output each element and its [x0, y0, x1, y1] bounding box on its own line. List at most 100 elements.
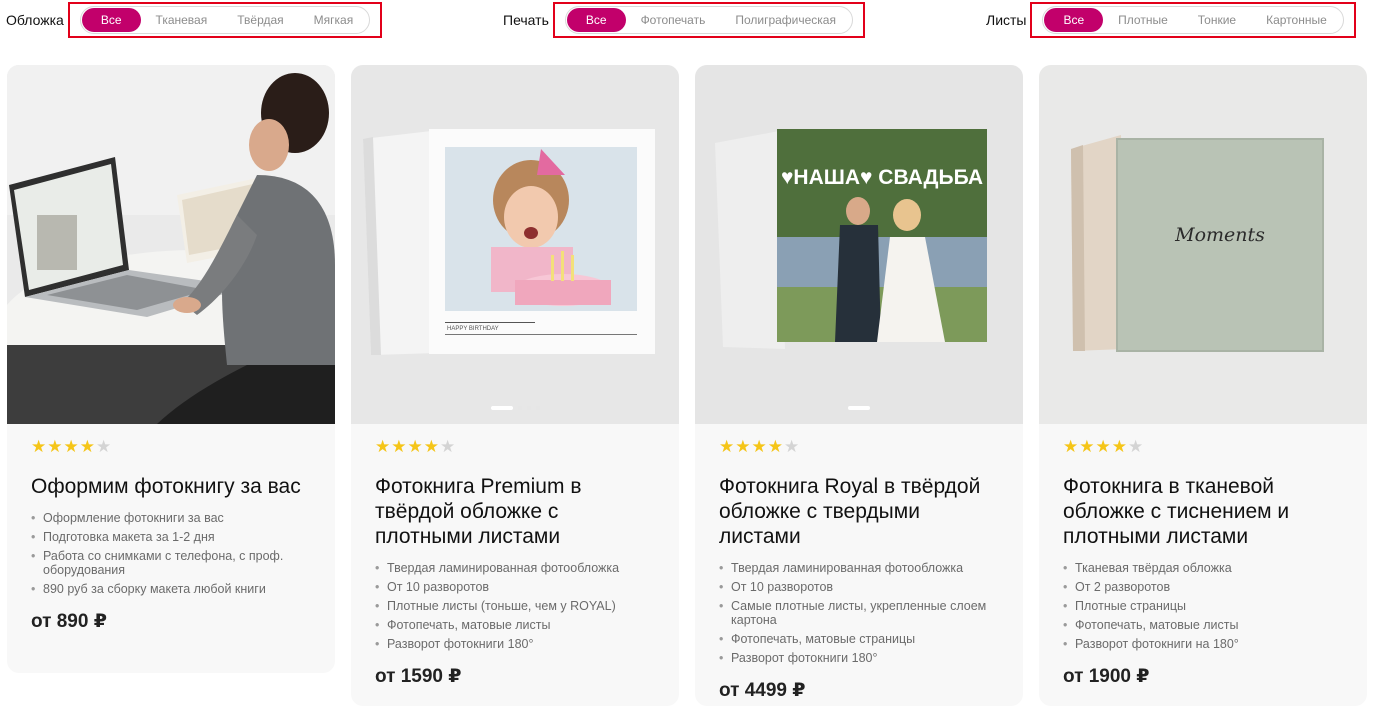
royal-book-photo: ♥НАША♥ СВАДЬБА: [695, 65, 1023, 424]
feature-item: Подготовка макета за 1-2 дня: [31, 530, 311, 544]
cover-filter-fabric[interactable]: Тканевая: [141, 8, 223, 32]
rating-stars: ★ ★ ★ ★ ★: [1063, 438, 1343, 456]
product-card-body: ★ ★ ★ ★ ★ Фотокнига в тканевой обложке с…: [1039, 424, 1367, 688]
product-card-body: ★ ★ ★ ★ ★ Фотокнига Royal в твёрдой обло…: [695, 424, 1023, 702]
sheets-filter-all[interactable]: Все: [1044, 8, 1104, 32]
feature-item: От 10 разворотов: [719, 580, 999, 594]
feature-item: Фотопечать, матовые листы: [1063, 618, 1343, 632]
cover-filter-all[interactable]: Все: [81, 8, 141, 32]
carousel-dots: [695, 406, 1023, 410]
print-filter-photo[interactable]: Фотопечать: [626, 8, 721, 32]
star-icon: ★: [423, 437, 439, 456]
product-grid: ★ ★ ★ ★ ★ Оформим фотокнигу за вас Оформ…: [7, 65, 1377, 706]
print-filter-highlight: Все Фотопечать Полиграфическая: [552, 2, 865, 38]
star-icon: ★: [735, 437, 751, 456]
wedding-cover-title: ♥НАША♥ СВАДЬБА: [781, 166, 983, 189]
feature-item: Твердая ламинированная фотообложка: [719, 561, 999, 575]
feature-item: Работа со снимками с телефона, с проф. о…: [31, 549, 311, 577]
cover-filter-soft[interactable]: Мягкая: [299, 8, 369, 32]
star-empty-icon: ★: [1128, 437, 1144, 456]
star-icon: ★: [375, 437, 391, 456]
filter-bar: Обложка Все Тканевая Твёрдая Мягкая Печа…: [0, 0, 1377, 44]
product-price: от 890 ₽: [31, 611, 107, 632]
carousel-dots: [351, 406, 679, 410]
carousel-dot-active[interactable]: [848, 406, 870, 410]
carousel-dot[interactable]: [517, 406, 522, 410]
star-empty-icon: ★: [784, 437, 800, 456]
star-icon: ★: [31, 437, 47, 456]
product-price: от 4499 ₽: [719, 680, 806, 701]
feature-list: Твердая ламинированная фотообложка От 10…: [719, 561, 999, 665]
star-icon: ★: [1111, 437, 1127, 456]
product-image-laptop-woman[interactable]: [7, 65, 335, 424]
carousel-dot[interactable]: [535, 406, 540, 410]
feature-item: Плотные листы (тоньше, чем у ROYAL): [375, 599, 655, 613]
star-icon: ★: [407, 437, 423, 456]
rating-stars: ★ ★ ★ ★ ★: [719, 438, 999, 456]
product-card-design-service[interactable]: ★ ★ ★ ★ ★ Оформим фотокнигу за вас Оформ…: [7, 65, 335, 673]
print-filter-all[interactable]: Все: [566, 8, 626, 32]
feature-item: От 10 разворотов: [375, 580, 655, 594]
laptop-photo: [7, 65, 335, 424]
product-card-premium[interactable]: HAPPY BIRTHDAY ★ ★ ★ ★ ★ Фотокнига Premi…: [351, 65, 679, 706]
feature-item: Фотопечать, матовые листы: [375, 618, 655, 632]
product-title[interactable]: Оформим фотокнигу за вас: [31, 474, 311, 499]
star-icon: ★: [1063, 437, 1079, 456]
star-icon: ★: [767, 437, 783, 456]
feature-item: От 2 разворотов: [1063, 580, 1343, 594]
sheets-filter-dense[interactable]: Плотные: [1103, 8, 1183, 32]
product-title[interactable]: Фотокнига в тканевой обложке с тиснением…: [1063, 474, 1343, 549]
carousel-dot-active[interactable]: [490, 406, 513, 410]
product-card-royal[interactable]: ♥НАША♥ СВАДЬБА ★ ★ ★ ★ ★ Фотокнига Royal…: [695, 65, 1023, 706]
product-card-body: ★ ★ ★ ★ ★ Фотокнига Premium в твёрдой об…: [351, 424, 679, 688]
product-price: от 1590 ₽: [375, 666, 462, 687]
feature-item: 890 руб за сборку макета любой книги: [31, 582, 311, 596]
cover-filter-group: Обложка Все Тканевая Твёрдая Мягкая: [6, 2, 383, 38]
sheets-filter-group: Листы Все Плотные Тонкие Картонные: [986, 2, 1356, 38]
star-icon: ★: [719, 437, 735, 456]
print-filter-label: Печать: [503, 12, 549, 28]
product-card-body: ★ ★ ★ ★ ★ Оформим фотокнигу за вас Оформ…: [7, 424, 335, 633]
cover-filter-hard[interactable]: Твёрдая: [222, 8, 298, 32]
product-card-fabric-embossed[interactable]: Moments ★ ★ ★ ★ ★ Фотокнига в тканевой о…: [1039, 65, 1367, 706]
star-icon: ★: [1079, 437, 1095, 456]
star-icon: ★: [1095, 437, 1111, 456]
product-price: от 1900 ₽: [1063, 666, 1150, 687]
product-image-fabric-book[interactable]: Moments: [1039, 65, 1367, 424]
star-icon: ★: [47, 437, 63, 456]
cover-filter-highlight: Все Тканевая Твёрдая Мягкая: [67, 2, 383, 38]
birthday-caption: HAPPY BIRTHDAY: [447, 326, 499, 332]
cover-filter-segmented: Все Тканевая Твёрдая Мягкая: [79, 6, 371, 34]
star-icon: ★: [751, 437, 767, 456]
feature-item: Плотные страницы: [1063, 599, 1343, 613]
sheets-filter-segmented: Все Плотные Тонкие Картонные: [1042, 6, 1344, 34]
star-icon: ★: [391, 437, 407, 456]
sheets-filter-thin[interactable]: Тонкие: [1183, 8, 1251, 32]
sheets-filter-cardboard[interactable]: Картонные: [1251, 8, 1342, 32]
cover-filter-label: Обложка: [6, 12, 64, 28]
product-title[interactable]: Фотокнига Premium в твёрдой обложке с пл…: [375, 474, 655, 549]
feature-item: Фотопечать, матовые страницы: [719, 632, 999, 646]
feature-item: Разворот фотокниги 180°: [375, 637, 655, 651]
feature-item: Разворот фотокниги на 180°: [1063, 637, 1343, 651]
embossed-cover-text: Moments: [1174, 224, 1265, 246]
product-image-premium-book[interactable]: HAPPY BIRTHDAY: [351, 65, 679, 424]
feature-item: Тканевая твёрдая обложка: [1063, 561, 1343, 575]
star-empty-icon: ★: [440, 437, 456, 456]
product-image-royal-book[interactable]: ♥НАША♥ СВАДЬБА: [695, 65, 1023, 424]
star-empty-icon: ★: [96, 437, 112, 456]
product-title[interactable]: Фотокнига Royal в твёрдой обложке с твер…: [719, 474, 999, 549]
feature-list: Тканевая твёрдая обложка От 2 разворотов…: [1063, 561, 1343, 651]
feature-item: Твердая ламинированная фотообложка: [375, 561, 655, 575]
print-filter-group: Печать Все Фотопечать Полиграфическая: [503, 2, 865, 38]
rating-stars: ★ ★ ★ ★ ★: [31, 438, 311, 456]
carousel-dot[interactable]: [526, 406, 531, 410]
feature-item: Самые плотные листы, укрепленные слоем к…: [719, 599, 999, 627]
sheets-filter-highlight: Все Плотные Тонкие Картонные: [1030, 2, 1356, 38]
print-filter-segmented: Все Фотопечать Полиграфическая: [564, 6, 853, 34]
print-filter-polygraphic[interactable]: Полиграфическая: [720, 8, 851, 32]
premium-book-photo: HAPPY BIRTHDAY: [351, 65, 679, 424]
feature-item: Разворот фотокниги 180°: [719, 651, 999, 665]
feature-list: Оформление фотокниги за вас Подготовка м…: [31, 511, 311, 596]
feature-list: Твердая ламинированная фотообложка От 10…: [375, 561, 655, 651]
